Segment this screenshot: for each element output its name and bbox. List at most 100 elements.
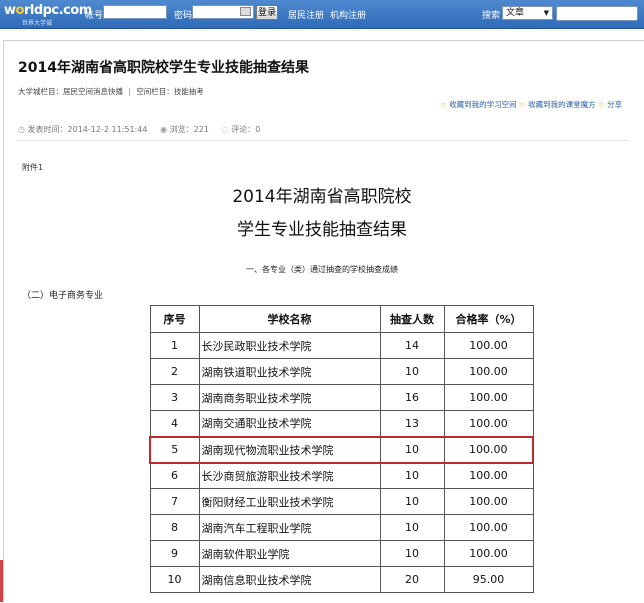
site-logo[interactable]: worldpc.com 世界大学城 <box>4 3 92 27</box>
eye-icon: ◉ <box>160 125 168 134</box>
cell-no: 6 <box>149 462 200 489</box>
cell-no: 1 <box>149 332 200 359</box>
resident-register-link[interactable]: 居民注册 <box>288 8 324 21</box>
cell-count: 10 <box>379 358 445 385</box>
star-icon: ☆ <box>519 100 526 109</box>
crumb-space-column[interactable]: 技能抽考 <box>174 87 204 96</box>
views-label: 浏览： <box>169 125 194 134</box>
login-button[interactable]: 登录 <box>256 5 278 20</box>
table-row: 7 衡阳财经工业职业技术学院 10 100.00 <box>149 488 534 515</box>
table-row: 10 湖南信息职业技术学院 20 95.00 <box>149 566 534 593</box>
logo-subtitle: 世界大学城 <box>22 20 53 27</box>
cell-school: 湖南交通职业技术学院 <box>198 410 381 437</box>
crumb-label: 大学城栏目： <box>18 87 63 96</box>
cell-no: 9 <box>149 540 200 567</box>
cell-rate: 95.00 <box>443 566 534 593</box>
account-input[interactable] <box>103 5 167 19</box>
table-row: 5 湖南现代物流职业技术学院 10 100.00 <box>149 435 534 464</box>
comments-count: 0 <box>255 125 261 134</box>
search-type-value: 文章 <box>506 8 525 18</box>
window-edge <box>0 560 3 602</box>
cell-count: 10 <box>379 514 445 541</box>
crumb-separator: | <box>128 87 131 96</box>
chevron-down-icon: ▼ <box>543 9 549 17</box>
cell-rate: 100.00 <box>443 332 534 359</box>
star-icon: ☆ <box>440 100 447 109</box>
table-row: 1 长沙民政职业技术学院 14 100.00 <box>149 332 534 359</box>
cell-no: 3 <box>149 384 200 411</box>
table-row: 2 湖南铁道职业技术学院 10 100.00 <box>149 358 534 385</box>
star-icon: ☆ <box>598 100 605 109</box>
cell-school: 湖南商务职业技术学院 <box>198 384 381 411</box>
header-count: 抽查人数 <box>379 305 445 333</box>
cell-school: 湖南现代物流职业技术学院 <box>198 435 381 464</box>
cell-rate: 100.00 <box>443 358 534 385</box>
cell-count: 10 <box>379 540 445 567</box>
table-row: 3 湖南商务职业技术学院 16 100.00 <box>149 384 534 411</box>
views-count: 221 <box>193 125 209 134</box>
cell-count: 16 <box>379 384 445 411</box>
document-title-line1: 2014年湖南省高职院校 <box>232 187 412 207</box>
attachment-label: 附件1 <box>22 163 44 172</box>
cell-school: 湖南软件职业学院 <box>198 540 381 567</box>
save-to-classroom-link[interactable]: 收藏到我的课堂魔方 <box>528 100 596 109</box>
results-table: 序号 学校名称 抽查人数 合格率（%） 1 长沙民政职业技术学院 14 100.00 2… <box>149 305 534 593</box>
cell-rate: 100.00 <box>443 410 534 437</box>
table-row: 8 湖南汽车工程职业学院 10 100.00 <box>149 514 534 541</box>
cell-school: 湖南汽车工程职业学院 <box>198 514 381 541</box>
cell-school: 长沙民政职业技术学院 <box>198 332 381 359</box>
cell-no: 7 <box>149 488 200 515</box>
clock-icon: ◷ <box>18 125 25 134</box>
cell-school: 湖南铁道职业技术学院 <box>198 358 381 385</box>
cell-count: 10 <box>379 488 445 515</box>
institution-register-link[interactable]: 机构注册 <box>330 8 366 21</box>
cell-rate: 100.00 <box>443 435 534 464</box>
cell-rate: 100.00 <box>443 488 534 515</box>
cell-count: 13 <box>379 410 445 437</box>
cell-school: 湖南信息职业技术学院 <box>198 566 381 593</box>
cell-rate: 100.00 <box>443 462 534 489</box>
search-type-select[interactable]: 文章 ▼ <box>502 6 553 20</box>
share-link[interactable]: 分享 <box>607 100 622 109</box>
top-navigation-bar: worldpc.com 世界大学城 帐号 密码 登录 居民注册 机构注册 搜索 … <box>0 0 644 29</box>
password-label: 密码 <box>174 11 193 21</box>
cell-no: 8 <box>149 514 200 541</box>
cell-school: 衡阳财经工业职业技术学院 <box>198 488 381 515</box>
cell-rate: 100.00 <box>443 384 534 411</box>
cell-no: 5 <box>149 435 200 464</box>
article-title: 2014年湖南省高职院校学生专业技能抽查结果 <box>18 60 309 76</box>
cell-count: 14 <box>379 332 445 359</box>
cell-no: 2 <box>149 358 200 385</box>
divider <box>18 140 628 141</box>
cell-count: 10 <box>379 435 445 464</box>
cell-count: 20 <box>379 566 445 593</box>
header-school: 学校名称 <box>198 305 381 333</box>
header-rate: 合格率（%） <box>443 305 534 333</box>
cell-rate: 100.00 <box>443 540 534 567</box>
table-row: 6 长沙商贸旅游职业技术学院 10 100.00 <box>149 462 534 489</box>
article-meta: ◷ 发表时间：2014-12-2 11:51:44 ◉ 浏览：221 ◌ 评论：… <box>18 124 260 135</box>
cell-school: 长沙商贸旅游职业技术学院 <box>198 462 381 489</box>
document-subheading: 一、各专业（类）通过抽查的学校抽查成绩 <box>246 265 398 274</box>
published-label: 发表时间： <box>27 125 68 134</box>
document-title-line2: 学生专业技能抽查结果 <box>237 220 407 240</box>
cell-no: 4 <box>149 410 200 437</box>
logo-wordmark: worldpc.com <box>4 3 92 18</box>
soft-keyboard-icon[interactable] <box>240 7 251 16</box>
cell-rate: 100.00 <box>443 514 534 541</box>
table-row: 4 湖南交通职业技术学院 13 100.00 <box>149 410 534 437</box>
comments-label: 评论： <box>231 125 256 134</box>
breadcrumb: 大学城栏目：居民空间消息快播 | 空间栏目：技能抽考 <box>18 86 204 97</box>
section-heading: （二）电子商务专业 <box>22 291 104 301</box>
article-actions: ☆ 收藏到我的学习空间 ☆ 收藏到我的课堂魔方 ☆ 分享 <box>440 99 644 111</box>
crumb-label: 空间栏目： <box>136 87 174 96</box>
account-label: 帐号 <box>85 11 104 21</box>
table-header-row: 序号 学校名称 抽查人数 合格率（%） <box>149 305 534 333</box>
comment-icon: ◌ <box>221 125 229 134</box>
cell-count: 10 <box>379 462 445 489</box>
crumb-university-column[interactable]: 居民空间消息快播 <box>63 87 123 96</box>
search-input[interactable] <box>556 6 638 21</box>
table-row: 9 湖南软件职业学院 10 100.00 <box>149 540 534 567</box>
save-to-study-space-link[interactable]: 收藏到我的学习空间 <box>449 100 517 109</box>
search-label: 搜索 <box>482 11 501 21</box>
